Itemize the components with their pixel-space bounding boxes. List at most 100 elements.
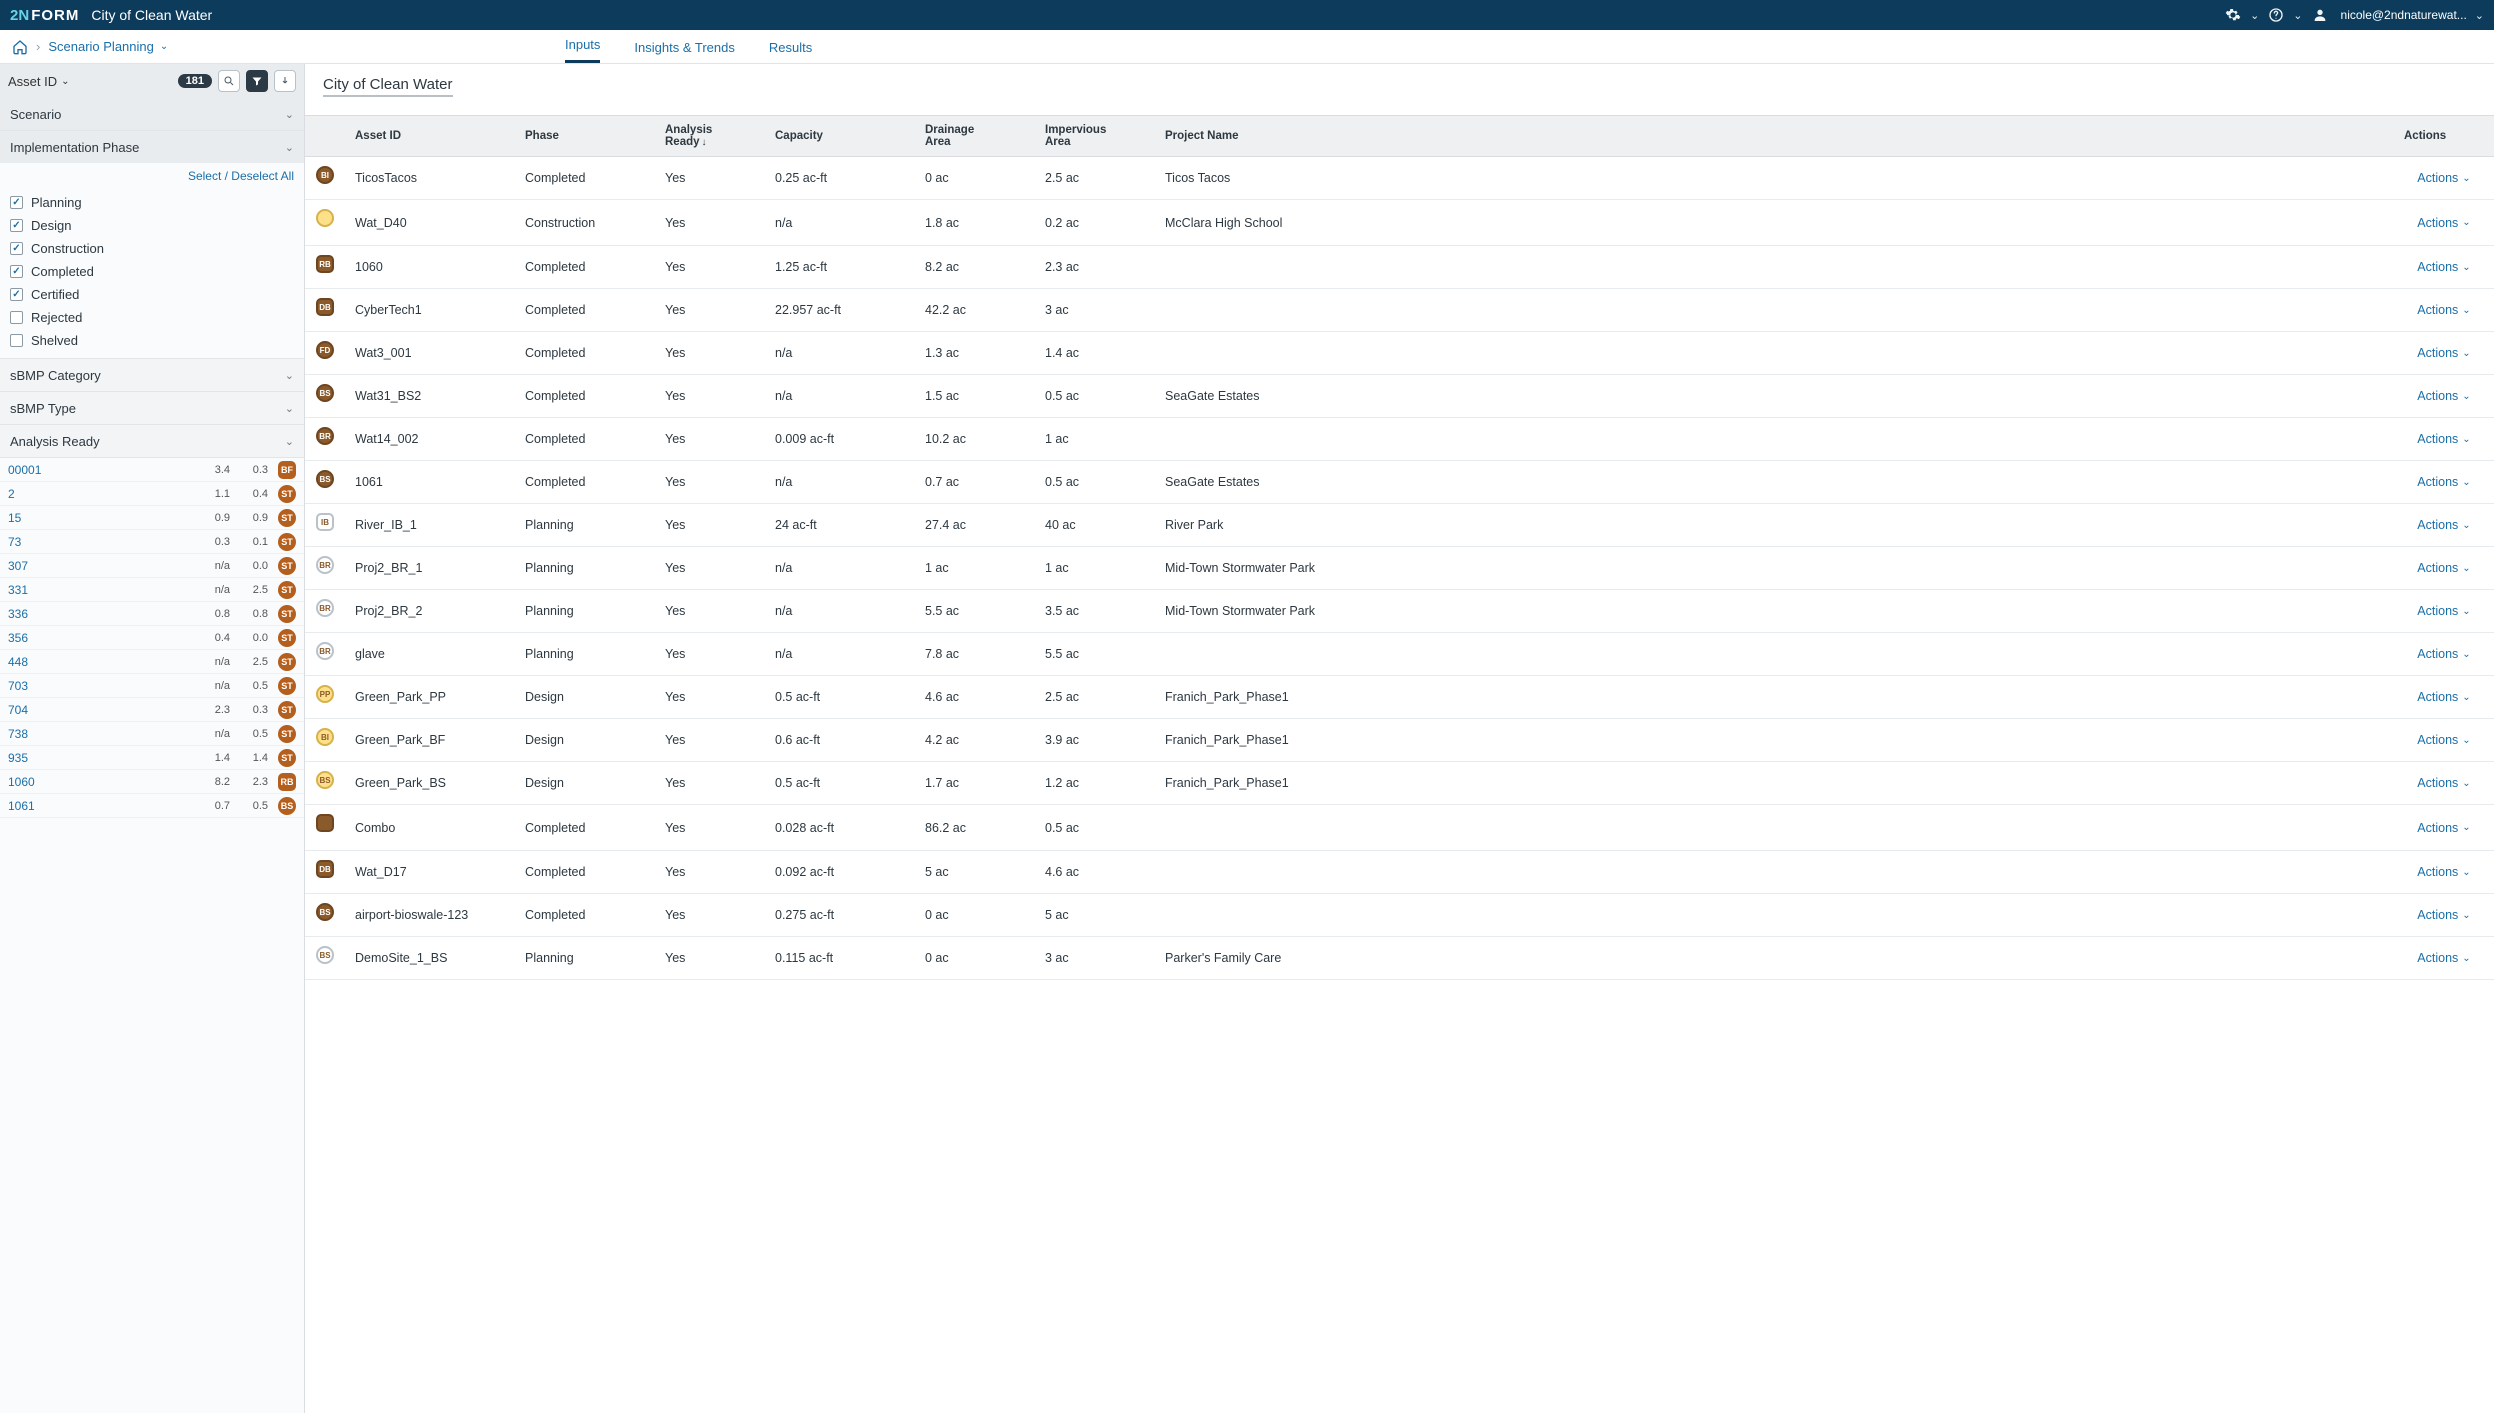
breadcrumb-current[interactable]: Scenario Planning ⌄ — [48, 39, 168, 54]
table-row[interactable]: BR glave Planning Yes n/a 7.8 ac 5.5 ac … — [305, 633, 2494, 676]
table-row[interactable]: BR Proj2_BR_1 Planning Yes n/a 1 ac 1 ac… — [305, 547, 2494, 590]
tab-insights[interactable]: Insights & Trends — [634, 40, 734, 63]
tab-inputs[interactable]: Inputs — [565, 37, 600, 63]
table-row[interactable]: DB CyberTech1 Completed Yes 22.957 ac-ft… — [305, 289, 2494, 332]
accordion-header-sbmp-category[interactable]: sBMP Category ⌄ — [0, 359, 304, 391]
table-row[interactable]: BR Wat14_002 Completed Yes 0.009 ac-ft 1… — [305, 418, 2494, 461]
col-asset[interactable]: Asset ID — [345, 116, 515, 157]
asset-id-link[interactable]: 1061 — [8, 799, 192, 813]
accordion-header-phase[interactable]: Implementation Phase ⌄ — [0, 131, 304, 163]
asset-id-link[interactable]: 331 — [8, 583, 192, 597]
asset-id-link[interactable]: 15 — [8, 511, 192, 525]
actions-menu[interactable]: Actions⌄ — [2417, 908, 2470, 922]
filter-label[interactable]: Asset ID ⌄ — [8, 74, 70, 89]
checkbox-icon[interactable] — [10, 334, 23, 347]
table-row[interactable]: DB Wat_D17 Completed Yes 0.092 ac-ft 5 a… — [305, 851, 2494, 894]
actions-menu[interactable]: Actions⌄ — [2417, 346, 2470, 360]
phase-check[interactable]: Certified — [8, 283, 296, 306]
asset-list-row[interactable]: 704 2.3 0.3 ST — [0, 698, 304, 722]
accordion-header-scenario[interactable]: Scenario ⌄ — [0, 98, 304, 130]
table-row[interactable]: RB 1060 Completed Yes 1.25 ac-ft 8.2 ac … — [305, 246, 2494, 289]
col-phase[interactable]: Phase — [515, 116, 655, 157]
checkbox-icon[interactable] — [10, 242, 23, 255]
asset-list-row[interactable]: 336 0.8 0.8 ST — [0, 602, 304, 626]
asset-list-row[interactable]: 00001 3.4 0.3 BF — [0, 458, 304, 482]
table-row[interactable]: BI TicosTacos Completed Yes 0.25 ac-ft 0… — [305, 157, 2494, 200]
search-icon[interactable] — [218, 70, 240, 92]
asset-id-link[interactable]: 935 — [8, 751, 192, 765]
asset-list-row[interactable]: 935 1.4 1.4 ST — [0, 746, 304, 770]
phase-check[interactable]: Construction — [8, 237, 296, 260]
asset-id-link[interactable]: 336 — [8, 607, 192, 621]
table-row[interactable]: BS airport-bioswale-123 Completed Yes 0.… — [305, 894, 2494, 937]
table-scroll[interactable]: Asset ID Phase Analysis Ready↓ Capacity … — [305, 115, 2494, 1413]
actions-menu[interactable]: Actions⌄ — [2417, 432, 2470, 446]
actions-menu[interactable]: Actions⌄ — [2417, 951, 2470, 965]
asset-id-link[interactable]: 356 — [8, 631, 192, 645]
table-row[interactable]: BS DemoSite_1_BS Planning Yes 0.115 ac-f… — [305, 937, 2494, 980]
phase-check[interactable]: Shelved — [8, 329, 296, 352]
gear-icon[interactable] — [2224, 6, 2242, 24]
accordion-header-sbmp-type[interactable]: sBMP Type ⌄ — [0, 392, 304, 424]
accordion-header-analysis-ready[interactable]: Analysis Ready ⌄ — [0, 425, 304, 457]
asset-list-row[interactable]: 307 n/a 0.0 ST — [0, 554, 304, 578]
actions-menu[interactable]: Actions⌄ — [2417, 690, 2470, 704]
tab-results[interactable]: Results — [769, 40, 812, 63]
checkbox-icon[interactable] — [10, 265, 23, 278]
asset-id-link[interactable]: 2 — [8, 487, 192, 501]
help-icon[interactable] — [2267, 6, 2285, 24]
actions-menu[interactable]: Actions⌄ — [2417, 303, 2470, 317]
table-row[interactable]: PP Green_Park_PP Design Yes 0.5 ac-ft 4.… — [305, 676, 2494, 719]
col-actions[interactable]: Actions — [2394, 116, 2494, 157]
home-icon[interactable] — [12, 39, 28, 55]
actions-menu[interactable]: Actions⌄ — [2417, 604, 2470, 618]
asset-id-link[interactable]: 73 — [8, 535, 192, 549]
asset-list-row[interactable]: 1060 8.2 2.3 RB — [0, 770, 304, 794]
checkbox-icon[interactable] — [10, 311, 23, 324]
chevron-down-icon[interactable]: ⌄ — [2293, 9, 2302, 22]
actions-menu[interactable]: Actions⌄ — [2417, 518, 2470, 532]
phase-check[interactable]: Completed — [8, 260, 296, 283]
asset-id-link[interactable]: 703 — [8, 679, 192, 693]
actions-menu[interactable]: Actions⌄ — [2417, 821, 2470, 835]
chevron-down-icon[interactable]: ⌄ — [2475, 9, 2484, 22]
col-capacity[interactable]: Capacity — [765, 116, 915, 157]
user-icon[interactable] — [2311, 6, 2329, 24]
download-icon[interactable] — [274, 70, 296, 92]
col-drainage[interactable]: Drainage Area — [915, 116, 1035, 157]
checkbox-icon[interactable] — [10, 288, 23, 301]
asset-list-row[interactable]: 15 0.9 0.9 ST — [0, 506, 304, 530]
phase-check[interactable]: Design — [8, 214, 296, 237]
actions-menu[interactable]: Actions⌄ — [2417, 733, 2470, 747]
table-row[interactable]: BS Wat31_BS2 Completed Yes n/a 1.5 ac 0.… — [305, 375, 2494, 418]
chevron-down-icon[interactable]: ⌄ — [2250, 9, 2259, 22]
actions-menu[interactable]: Actions⌄ — [2417, 865, 2470, 879]
phase-check[interactable]: Planning — [8, 191, 296, 214]
asset-list-row[interactable]: 448 n/a 2.5 ST — [0, 650, 304, 674]
actions-menu[interactable]: Actions⌄ — [2417, 389, 2470, 403]
actions-menu[interactable]: Actions⌄ — [2417, 171, 2470, 185]
asset-id-link[interactable]: 307 — [8, 559, 192, 573]
table-row[interactable]: Combo Completed Yes 0.028 ac-ft 86.2 ac … — [305, 805, 2494, 851]
checkbox-icon[interactable] — [10, 196, 23, 209]
asset-id-link[interactable]: 1060 — [8, 775, 192, 789]
asset-list[interactable]: 00001 3.4 0.3 BF2 1.1 0.4 ST15 0.9 0.9 S… — [0, 458, 304, 1413]
asset-list-row[interactable]: 738 n/a 0.5 ST — [0, 722, 304, 746]
table-row[interactable]: IB River_IB_1 Planning Yes 24 ac-ft 27.4… — [305, 504, 2494, 547]
col-analysis-ready[interactable]: Analysis Ready↓ — [655, 116, 765, 157]
table-row[interactable]: BS 1061 Completed Yes n/a 0.7 ac 0.5 ac … — [305, 461, 2494, 504]
table-row[interactable]: FD Wat3_001 Completed Yes n/a 1.3 ac 1.4… — [305, 332, 2494, 375]
user-email[interactable]: nicole@2ndnaturewat... — [2341, 8, 2467, 22]
actions-menu[interactable]: Actions⌄ — [2417, 216, 2470, 230]
asset-list-row[interactable]: 1061 0.7 0.5 BS — [0, 794, 304, 818]
filter-icon[interactable] — [246, 70, 268, 92]
asset-list-row[interactable]: 73 0.3 0.1 ST — [0, 530, 304, 554]
actions-menu[interactable]: Actions⌄ — [2417, 561, 2470, 575]
table-row[interactable]: BS Green_Park_BS Design Yes 0.5 ac-ft 1.… — [305, 762, 2494, 805]
asset-id-link[interactable]: 00001 — [8, 463, 192, 477]
actions-menu[interactable]: Actions⌄ — [2417, 776, 2470, 790]
asset-list-row[interactable]: 2 1.1 0.4 ST — [0, 482, 304, 506]
col-project[interactable]: Project Name — [1155, 116, 2394, 157]
actions-menu[interactable]: Actions⌄ — [2417, 260, 2470, 274]
asset-list-row[interactable]: 356 0.4 0.0 ST — [0, 626, 304, 650]
